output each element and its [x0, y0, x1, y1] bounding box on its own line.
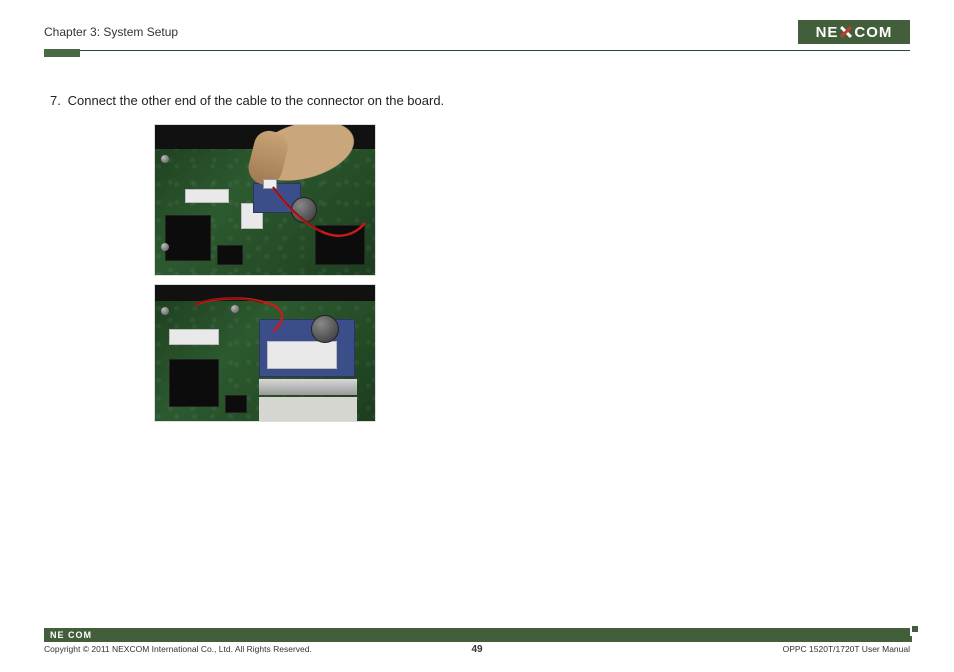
footer-brand: NE COM — [50, 630, 92, 640]
brand-logo: NE COM — [798, 20, 910, 44]
chapter-title: Chapter 3: System Setup — [44, 25, 178, 39]
brand-x-icon — [839, 25, 853, 39]
footer-bar: NE COM — [44, 628, 910, 642]
brand-right: COM — [854, 24, 892, 41]
header-accent-icon — [44, 49, 80, 57]
manual-page: Chapter 3: System Setup NE COM 7. Connec… — [0, 0, 954, 672]
footer-meta: Copyright © 2011 NEXCOM International Co… — [44, 644, 910, 654]
step-number: 7. — [50, 93, 64, 108]
page-header: Chapter 3: System Setup NE COM — [44, 18, 910, 46]
copyright-text: Copyright © 2011 NEXCOM International Co… — [44, 644, 312, 654]
step-text: Connect the other end of the cable to th… — [68, 93, 445, 108]
brand-left: NE — [816, 24, 839, 41]
instruction-step: 7. Connect the other end of the cable to… — [50, 93, 910, 108]
page-number: 49 — [471, 644, 482, 655]
header-rule — [44, 50, 910, 51]
page-body: 7. Connect the other end of the cable to… — [44, 51, 910, 422]
manual-name: OPPC 1520T/1720T User Manual — [783, 644, 910, 654]
page-footer: NE COM Copyright © 2011 NEXCOM Internati… — [44, 628, 910, 654]
footer-ornament-icon — [892, 628, 910, 642]
figure-group — [154, 124, 910, 422]
brand-logo-text: NE COM — [816, 24, 893, 41]
figure-board-assembled — [154, 284, 376, 422]
connector-icon — [263, 179, 277, 189]
figure-connect-cable — [154, 124, 376, 276]
